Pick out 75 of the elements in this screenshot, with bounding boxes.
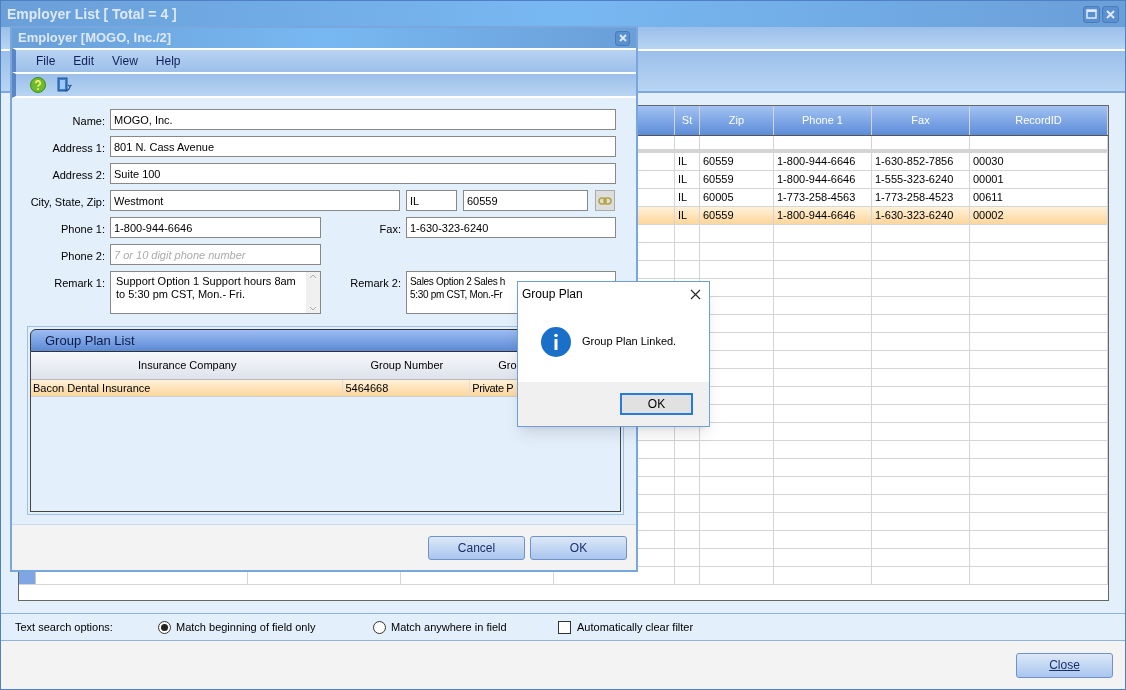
dialog-title: Group Plan xyxy=(522,286,583,303)
table-cell: 60005 xyxy=(700,189,774,206)
link-button[interactable] xyxy=(595,190,615,211)
field-label: City, State, Zip: xyxy=(29,195,106,210)
table-cell: 60559 xyxy=(700,171,774,188)
message-text: Group Plan Linked. xyxy=(582,334,677,350)
menu-item[interactable]: View xyxy=(112,52,138,70)
table-cell: 1-773-258-4523 xyxy=(872,189,970,206)
maximize-icon xyxy=(1086,9,1097,19)
scroll-up-icon[interactable] xyxy=(309,274,317,279)
table-cell: 60559 xyxy=(700,153,774,170)
chain-link-icon xyxy=(598,196,612,205)
table-cell: IL xyxy=(675,207,700,224)
radio-option[interactable]: Match anywhere in field xyxy=(373,618,558,636)
input-field[interactable]: Westmont xyxy=(110,190,400,211)
panel-title: Group Plan List xyxy=(45,331,135,350)
column-header[interactable]: Group Number xyxy=(343,352,471,379)
field-label: Address 1: xyxy=(51,141,106,156)
close-button[interactable]: Close xyxy=(1016,652,1113,678)
ok-button[interactable]: OK xyxy=(620,393,693,415)
remark-field[interactable]: Support Option 1 Support hours 8am to 5:30 pm CST, Mon.- Fri. xyxy=(110,271,321,314)
table-cell: 1-630-323-6240 xyxy=(872,207,970,224)
table-cell: 00002 xyxy=(970,207,1108,224)
dialog-title: Employer [MOGO, Inc./2] xyxy=(18,29,172,48)
input-field[interactable]: 801 N. Cass Avenue xyxy=(110,136,616,157)
close-icon xyxy=(689,288,701,300)
table-cell: 5464668 xyxy=(343,380,471,396)
options-label: Text search options: xyxy=(15,619,114,635)
window-title: Employer List [ Total = 4 ] xyxy=(7,4,177,24)
info-icon xyxy=(540,325,572,358)
input-field[interactable]: IL xyxy=(406,190,457,211)
table-cell: 00611 xyxy=(970,189,1108,206)
dialog-button[interactable]: OK xyxy=(530,535,627,560)
menu-item[interactable]: File xyxy=(36,52,56,70)
table-cell: 1-800-944-6646 xyxy=(774,153,872,170)
field-label: Remark 1: xyxy=(53,276,106,291)
input-field[interactable]: MOGO, Inc. xyxy=(110,109,616,130)
field-label: Fax: xyxy=(378,222,402,237)
close-icon xyxy=(618,34,627,42)
input-field[interactable]: Suite 100 xyxy=(110,163,616,184)
table-cell: IL xyxy=(675,171,700,188)
table-cell: 1-800-944-6646 xyxy=(774,207,872,224)
scroll-down-icon[interactable] xyxy=(309,306,317,311)
checkbox-option[interactable]: Automatically clear filter xyxy=(558,618,694,636)
table-cell: 00001 xyxy=(970,171,1108,188)
input-field[interactable]: 60559 xyxy=(463,190,588,211)
radio-option[interactable]: Match beginning of field only xyxy=(158,618,373,636)
table-cell: 1-773-258-4563 xyxy=(774,189,872,206)
help-icon xyxy=(30,77,46,93)
table-cell: IL xyxy=(675,189,700,206)
dialog-button[interactable]: Cancel xyxy=(428,535,525,560)
maximize-button[interactable] xyxy=(1083,5,1100,23)
close-button[interactable] xyxy=(689,288,701,300)
column-header[interactable]: Insurance Company xyxy=(31,352,344,379)
table-cell: 00030 xyxy=(970,153,1108,170)
menu-item[interactable]: Edit xyxy=(73,52,95,70)
table-cell: 1-555-323-6240 xyxy=(872,171,970,188)
field-label: Phone 1: xyxy=(59,222,106,237)
field-label: Name: xyxy=(71,114,106,129)
input-field[interactable]: 1-800-944-6646 xyxy=(110,217,321,238)
close-icon xyxy=(1106,9,1115,19)
field-label: Phone 2: xyxy=(59,249,106,264)
input-field[interactable]: 7 or 10 digit phone number xyxy=(110,244,321,265)
table-cell: Bacon Dental Insurance xyxy=(31,380,344,396)
menu-item[interactable]: Help xyxy=(155,52,181,70)
input-field[interactable]: 1-630-323-6240 xyxy=(406,217,616,238)
door-exit-icon xyxy=(56,77,72,93)
field-label: Remark 2: xyxy=(349,276,402,291)
table-cell: IL xyxy=(675,153,700,170)
table-cell: 1-800-944-6646 xyxy=(774,171,872,188)
exit-button[interactable] xyxy=(56,77,72,93)
table-cell: 1-630-852-7856 xyxy=(872,153,970,170)
field-label: Address 2: xyxy=(51,168,106,183)
table-cell: 60559 xyxy=(700,207,774,224)
help-button[interactable] xyxy=(30,77,46,93)
